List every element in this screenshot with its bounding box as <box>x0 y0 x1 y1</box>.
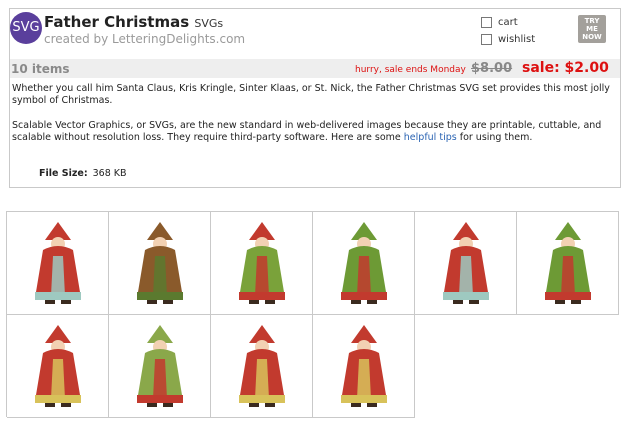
father-christmas-figure-icon <box>34 325 81 407</box>
product-title: Father Christmas SVGs <box>44 13 223 31</box>
thumbnail-9[interactable] <box>211 315 313 418</box>
product-byline[interactable]: created by LetteringDelights.com <box>44 32 245 46</box>
wishlist-checkbox-box[interactable] <box>481 34 492 45</box>
father-christmas-figure-icon <box>136 222 183 304</box>
thumbnail-10[interactable] <box>313 315 415 418</box>
product-panel: SVG Father Christmas SVGs created by Let… <box>9 8 621 188</box>
father-christmas-figure-icon <box>136 325 183 407</box>
thumbnail-grid <box>6 211 619 418</box>
sale-bar: 10 items hurry, sale ends Monday $8.00 s… <box>10 59 620 78</box>
thumbnail-1[interactable] <box>7 212 109 315</box>
description-text-end: for using them. <box>459 132 533 143</box>
description-paragraph-2: Scalable Vector Graphics, or SVGs, are t… <box>12 120 612 144</box>
cart-checkbox-box[interactable] <box>481 17 492 28</box>
father-christmas-figure-icon <box>442 222 489 304</box>
thumbnail-5[interactable] <box>415 212 517 315</box>
file-size-label: File Size: <box>39 168 88 179</box>
product-title-suffix: SVGs <box>194 17 224 30</box>
thumbnail-6[interactable] <box>517 212 619 315</box>
thumbnail-7[interactable] <box>7 315 109 418</box>
file-size-value: 368 KB <box>92 168 127 179</box>
thumbnail-3[interactable] <box>211 212 313 315</box>
item-count: 10 items <box>11 62 70 76</box>
thumbnail-4[interactable] <box>313 212 415 315</box>
thumbnail-2[interactable] <box>109 212 211 315</box>
helpful-tips-link[interactable]: helpful tips <box>404 132 457 143</box>
cart-label: cart <box>498 17 518 28</box>
wishlist-label: wishlist <box>498 34 536 45</box>
father-christmas-figure-icon <box>544 222 591 304</box>
cart-checkbox[interactable]: cart <box>481 17 518 28</box>
father-christmas-figure-icon <box>340 325 387 407</box>
father-christmas-figure-icon <box>238 222 285 304</box>
sale-deadline: hurry, sale ends Monday <box>355 65 466 75</box>
try-line-1: TRY <box>584 17 600 25</box>
thumbnail-8[interactable] <box>109 315 211 418</box>
try-me-now-button[interactable]: TRY ME NOW <box>578 15 606 43</box>
empty-cell <box>517 315 619 418</box>
file-size: File Size: 368 KB <box>39 168 127 179</box>
wishlist-checkbox[interactable]: wishlist <box>481 34 535 45</box>
try-line-2: ME <box>586 25 598 33</box>
sale-price: sale: $2.00 <box>522 60 609 76</box>
empty-cell <box>415 315 517 418</box>
father-christmas-figure-icon <box>340 222 387 304</box>
try-line-3: NOW <box>582 33 602 41</box>
description-paragraph-1: Whether you call him Santa Claus, Kris K… <box>12 83 610 106</box>
old-price: $8.00 <box>471 61 513 76</box>
product-title-text: Father Christmas <box>44 13 190 31</box>
father-christmas-figure-icon <box>238 325 285 407</box>
svg-logo-icon: SVG <box>10 12 42 44</box>
father-christmas-figure-icon <box>34 222 81 304</box>
